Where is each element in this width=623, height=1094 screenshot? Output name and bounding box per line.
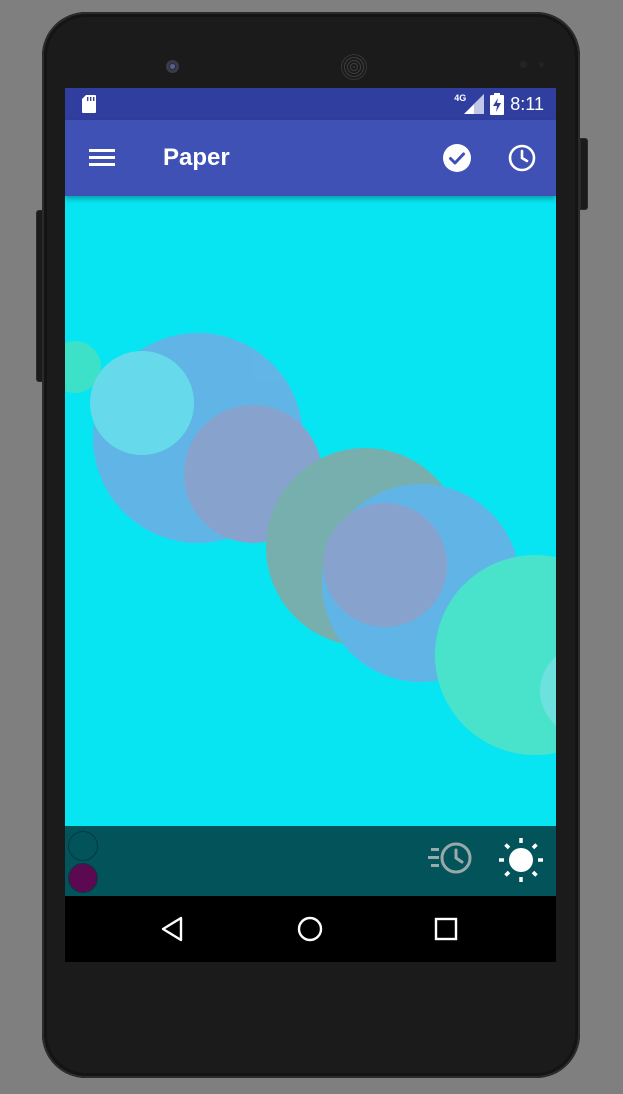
app-bar: Paper [65,120,556,196]
paint-circle [323,503,447,627]
bottom-toolbar [65,826,556,896]
paint-circle [90,351,194,455]
sd-card-icon [82,95,96,113]
drawing-canvas[interactable] [65,196,556,826]
status-bar: 4G 8:11 [65,88,556,120]
power-button [580,138,588,210]
battery-charging-icon [490,93,505,115]
status-time: 8:11 [510,93,544,114]
recent-history-icon[interactable] [427,842,475,878]
home-icon[interactable] [295,914,325,944]
canvas-drawing [65,196,556,826]
recents-icon[interactable] [432,915,460,943]
back-icon[interactable] [159,914,189,944]
history-icon[interactable] [507,143,537,173]
front-camera [166,60,179,73]
menu-icon[interactable] [89,146,115,168]
network-type-label: 4G [454,93,467,103]
proximity-sensor [520,61,527,68]
app-title: Paper [163,144,230,171]
check-circle-icon[interactable] [443,144,471,172]
light-sensor [539,62,544,67]
color-swatch-teal[interactable] [68,831,98,861]
navigation-bar [65,896,556,962]
earpiece-speaker [341,54,367,80]
device-screen: 4G 8:11 Paper [65,88,556,962]
color-swatch-purple[interactable] [68,863,98,893]
brightness-icon[interactable] [497,836,545,884]
